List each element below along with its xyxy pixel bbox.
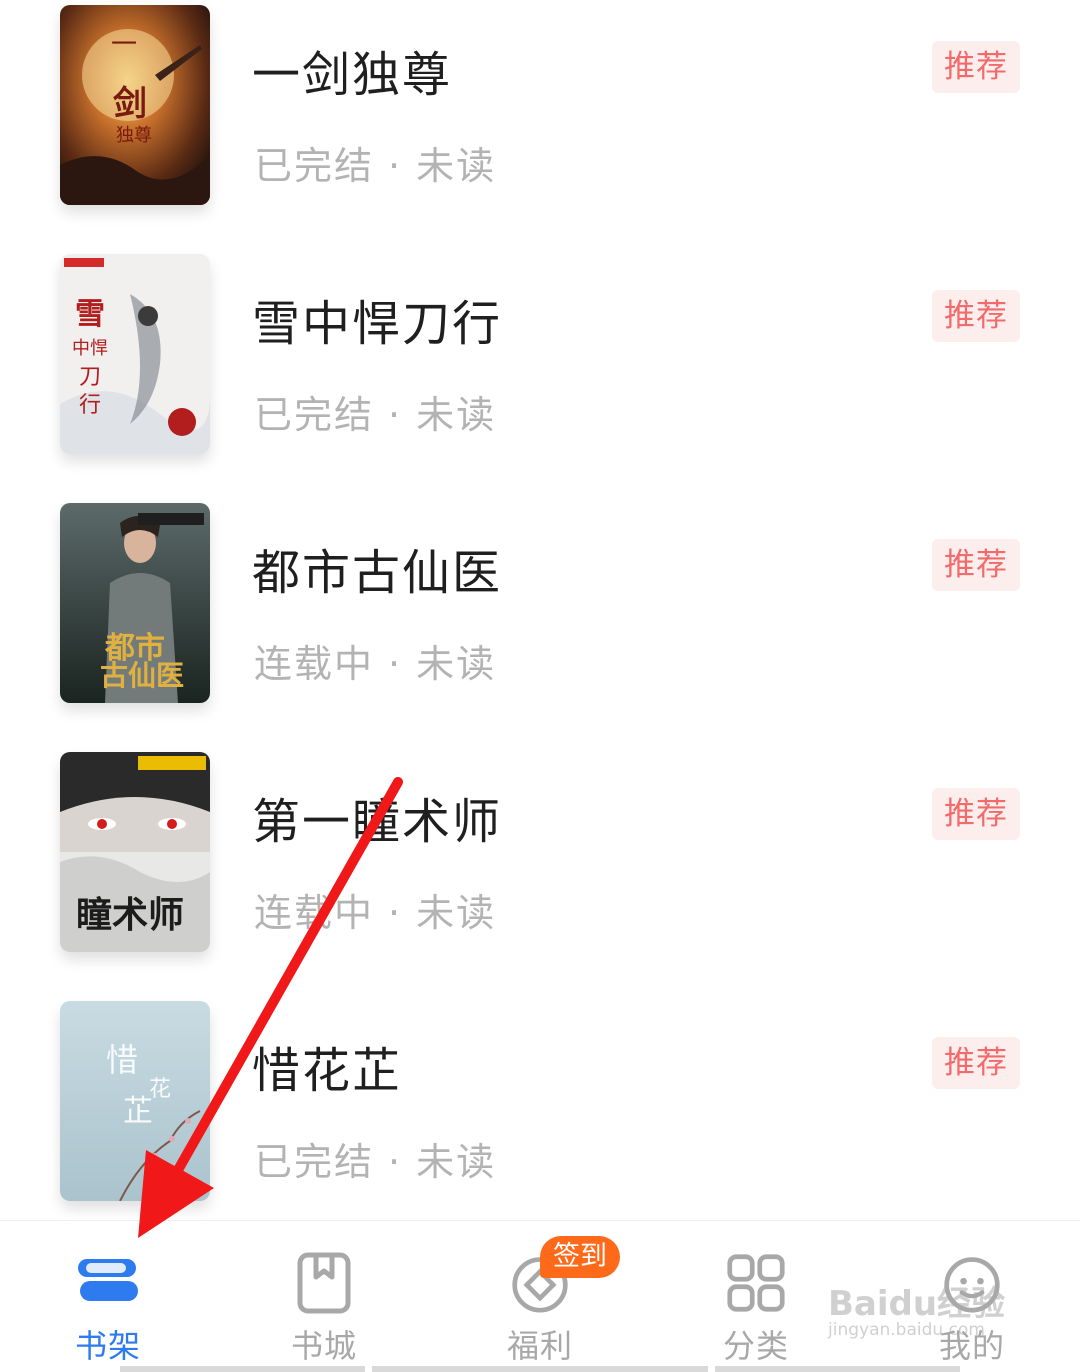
cover-art-xuezhong: 雪 中悍 刀 行 [60, 254, 210, 454]
recommend-badge: 推荐 [932, 1037, 1020, 1089]
svg-text:芷: 芷 [123, 1094, 153, 1129]
svg-text:古仙医: 古仙医 [100, 659, 184, 692]
meta-separator: · [388, 891, 403, 935]
book-cover[interactable]: 都市 古仙医 [60, 503, 210, 703]
gesture-bar-segment [372, 1366, 708, 1372]
book-item[interactable]: 惜 花 芷 惜花芷 已完结 · 未读 推荐 [0, 1001, 1080, 1211]
bookshelf-page: 剑 一 独尊 一剑独尊 已完结 · 未读 推荐 雪 中悍 刀 行 雪中悍刀行 已… [0, 0, 1080, 1372]
cover-art-dushi: 都市 古仙医 [60, 503, 210, 703]
book-meta: 已完结 · 未读 [254, 1131, 496, 1186]
book-status: 已完结 [254, 1140, 375, 1184]
svg-text:瞳术师: 瞳术师 [76, 894, 184, 936]
nav-label-welfare: 福利 [506, 1327, 573, 1365]
book-item[interactable]: 剑 一 独尊 一剑独尊 已完结 · 未读 推荐 [0, 5, 1080, 215]
book-status: 已完结 [254, 393, 375, 437]
book-read-state: 未读 [416, 642, 497, 686]
meta-separator: · [388, 393, 403, 437]
svg-text:一: 一 [111, 30, 137, 60]
svg-text:惜: 惜 [106, 1041, 138, 1079]
book-meta: 连载中 · 未读 [254, 882, 496, 937]
book-status: 已完结 [254, 144, 375, 188]
book-title: 雪中悍刀行 [252, 296, 503, 352]
bookshelf-icon [78, 1259, 138, 1301]
svg-text:行: 行 [79, 393, 101, 418]
svg-text:雪: 雪 [75, 297, 105, 332]
book-read-state: 未读 [416, 393, 497, 437]
watermark: Baidu经验 jingyan.baidu.com [828, 1276, 1028, 1346]
bookstore-icon [297, 1252, 351, 1314]
meta-separator: · [388, 642, 403, 686]
book-meta: 已完结 · 未读 [254, 384, 496, 439]
recommend-badge: 推荐 [932, 539, 1020, 591]
book-item[interactable]: 瞳术师 第一瞳术师 连载中 · 未读 推荐 [0, 752, 1080, 962]
book-title: 都市古仙医 [252, 545, 503, 601]
svg-text:中悍: 中悍 [72, 338, 108, 359]
book-item[interactable]: 雪 中悍 刀 行 雪中悍刀行 已完结 · 未读 推荐 [0, 254, 1080, 464]
nav-tab-bookstore[interactable]: 书城 [216, 1221, 432, 1365]
watermark-url: jingyan.baidu.com [828, 1320, 985, 1340]
meta-separator: · [388, 144, 403, 188]
book-item[interactable]: 都市 古仙医 都市古仙医 连载中 · 未读 推荐 [0, 503, 1080, 713]
book-status: 连载中 [254, 642, 375, 686]
book-cover[interactable]: 剑 一 独尊 [60, 5, 210, 205]
book-title: 第一瞳术师 [252, 794, 503, 850]
book-status: 连载中 [254, 891, 375, 935]
nav-label-bookshelf: 书架 [74, 1327, 141, 1365]
book-cover[interactable]: 雪 中悍 刀 行 [60, 254, 210, 454]
recommend-badge: 推荐 [932, 41, 1020, 93]
book-title: 一剑独尊 [252, 47, 453, 103]
watermark-logo: Baidu经验 [828, 1284, 1006, 1324]
book-read-state: 未读 [416, 144, 497, 188]
sign-in-badge[interactable]: 签到 [540, 1236, 620, 1278]
meta-separator: · [388, 1140, 403, 1184]
book-meta: 连载中 · 未读 [254, 633, 496, 688]
book-read-state: 未读 [416, 1140, 497, 1184]
book-cover[interactable]: 瞳术师 [60, 752, 210, 952]
cover-art-tongshu: 瞳术师 [60, 752, 210, 952]
svg-text:独尊: 独尊 [116, 125, 152, 146]
category-grid-icon [727, 1254, 785, 1312]
recommend-badge: 推荐 [932, 290, 1020, 342]
cover-art-xihua: 惜 花 芷 [60, 1001, 210, 1201]
nav-tab-bookshelf[interactable]: 书架 [0, 1221, 216, 1365]
svg-text:剑: 剑 [113, 84, 147, 124]
nav-label-bookstore: 书城 [290, 1327, 357, 1365]
svg-text:刀: 刀 [79, 365, 101, 390]
gesture-bar-segment [120, 1366, 365, 1372]
book-cover[interactable]: 惜 花 芷 [60, 1001, 210, 1201]
gesture-bar-segment [715, 1366, 960, 1372]
nav-tab-welfare[interactable]: 福利 [432, 1221, 648, 1365]
book-read-state: 未读 [416, 891, 497, 935]
book-meta: 已完结 · 未读 [254, 135, 496, 190]
cover-art-yijian: 剑 一 独尊 [60, 5, 210, 205]
book-title: 惜花芷 [252, 1043, 403, 1099]
recommend-badge: 推荐 [932, 788, 1020, 840]
